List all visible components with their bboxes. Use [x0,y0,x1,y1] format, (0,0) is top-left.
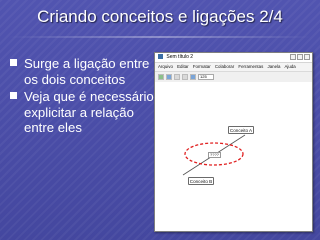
maximize-icon[interactable] [297,54,303,60]
concept-node-a[interactable]: Conceito A [228,126,254,134]
window-titlebar: Sem título 2 [155,53,312,63]
map-canvas[interactable]: ???? Conceito A Conceito B [155,82,312,231]
open-icon[interactable] [166,74,172,80]
window-controls [290,54,310,60]
concept-node-b[interactable]: Conceito B [188,177,214,185]
menubar: Arquivo Editar Formatar Colaborar Ferram… [155,63,312,72]
bullet-list: Surge a ligação entre os dois conceitos … [10,56,160,138]
close-icon[interactable] [304,54,310,60]
print-icon[interactable] [182,74,188,80]
zoom-select[interactable]: 125 [198,74,214,80]
bullet-square-icon [10,92,17,99]
menu-item[interactable]: Ferramentas [238,64,263,69]
link-label[interactable]: ???? [208,152,221,158]
slide-title: Criando conceitos e ligações 2/4 [37,7,283,26]
bullet-text: Surge a ligação entre os dois conceitos [24,56,150,87]
zoom-icon[interactable] [190,74,196,80]
bullet-text: Veja que é necessário explicitar a relaç… [24,89,154,135]
menu-item[interactable]: Formatar [193,64,211,69]
new-icon[interactable] [158,74,164,80]
concept-link-svg [182,134,246,176]
window-title: Sem título 2 [166,54,194,60]
menu-item[interactable]: Janela [268,64,281,69]
embedded-app-window: Sem título 2 Arquivo Editar Formatar Col… [154,52,313,232]
menu-item[interactable]: Arquivo [158,64,173,69]
menu-item[interactable]: Ajuda [284,64,295,69]
bullet-square-icon [10,59,17,66]
bullet-item: Veja que é necessário explicitar a relaç… [10,89,160,136]
bullet-item: Surge a ligação entre os dois conceitos [10,56,160,87]
minimize-icon[interactable] [290,54,296,60]
menu-item[interactable]: Editar [177,64,188,69]
title-divider [8,36,312,38]
app-icon [158,54,163,59]
save-icon[interactable] [174,74,180,80]
menu-item[interactable]: Colaborar [215,64,234,69]
